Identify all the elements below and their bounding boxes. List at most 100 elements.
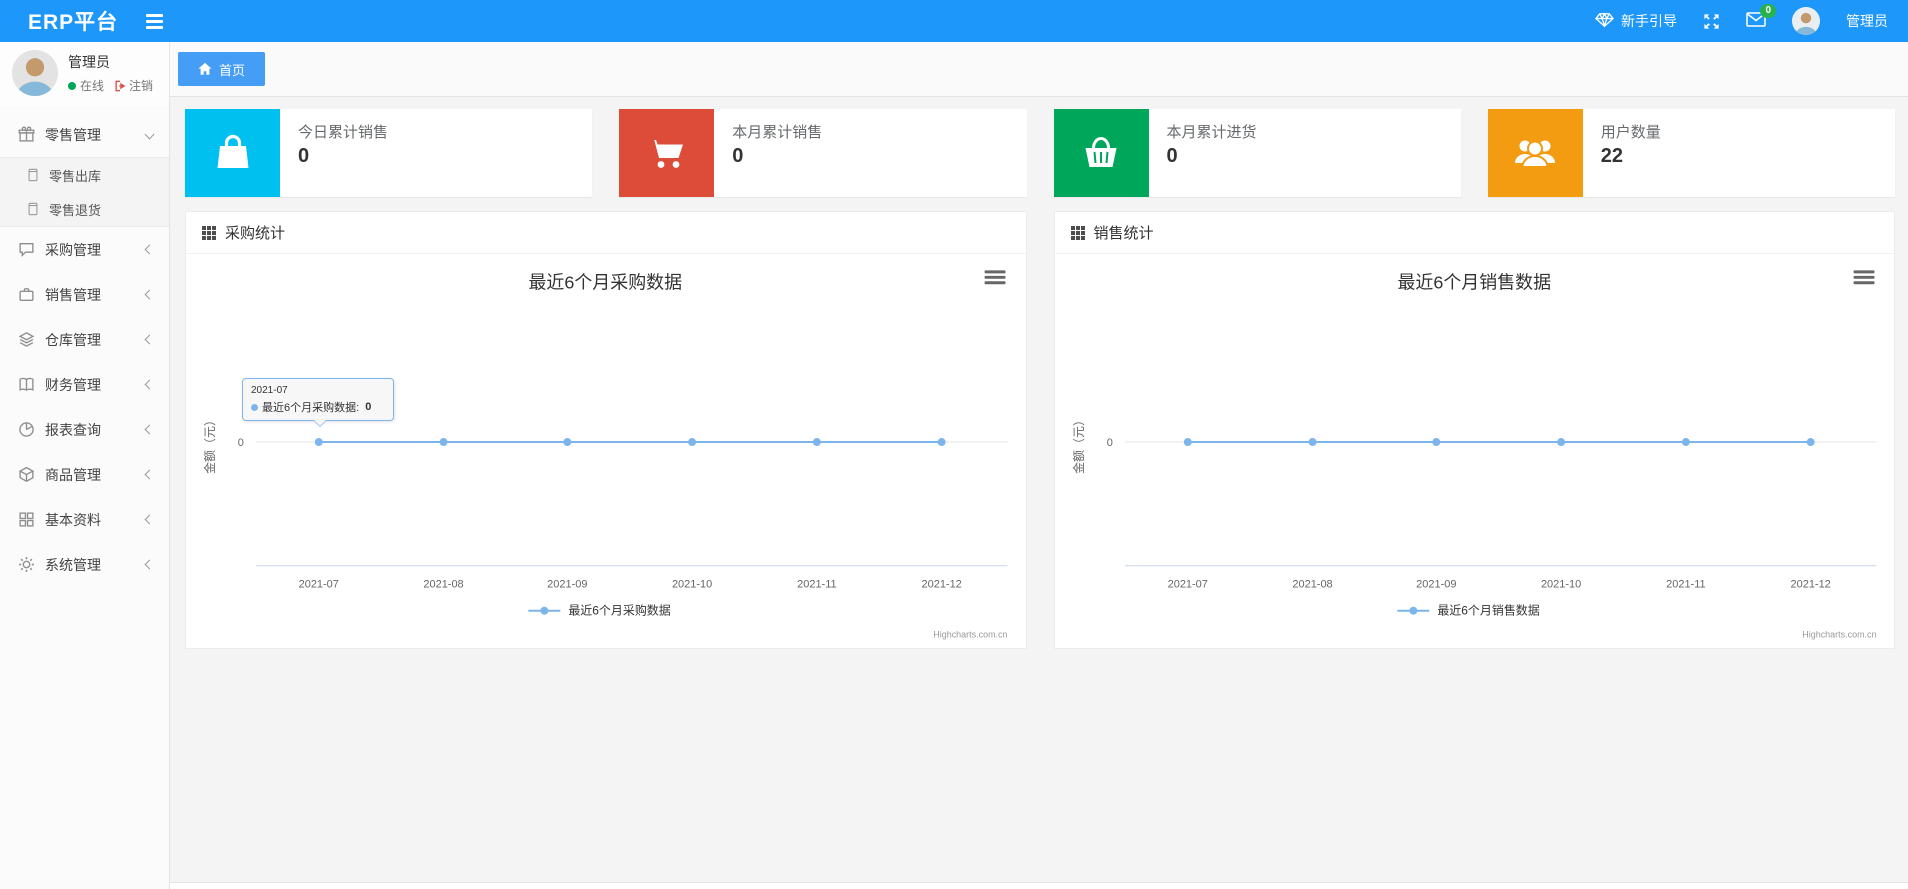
navbar-username[interactable]: 管理员	[1846, 11, 1888, 31]
fullscreen-button[interactable]	[1703, 13, 1720, 30]
data-point[interactable]	[1556, 438, 1565, 447]
y-tick-label: 0	[238, 437, 244, 449]
chevron-left-icon	[144, 514, 155, 525]
stat-card-month-purchase[interactable]: 本月累计进货 0	[1053, 109, 1461, 197]
x-tick-label: 2021-07	[1167, 579, 1207, 591]
sidebar-item-label: 采购管理	[45, 241, 101, 258]
sidebar-username: 管理员	[68, 54, 110, 70]
sidebar-item-warehouse[interactable]: 仓库管理	[0, 317, 169, 362]
chevron-left-icon	[144, 244, 155, 255]
sidebar-item-label: 商品管理	[45, 466, 101, 483]
data-point[interactable]	[1681, 438, 1690, 447]
panel-purchase-stats: 采购统计 最近6个月采购数据 金额（元） 0 2021-07 2021-08 2…	[185, 211, 1027, 649]
sidebar-item-finance[interactable]: 财务管理	[0, 362, 169, 407]
stat-card-month-sales[interactable]: 本月累计销售 0	[619, 109, 1027, 197]
highcharts-credit[interactable]: Highcharts.com.cn	[933, 630, 1007, 640]
guide-label: 新手引导	[1621, 13, 1677, 29]
card-value: 0	[1166, 145, 1178, 167]
data-point[interactable]	[1431, 438, 1440, 447]
data-point[interactable]	[563, 438, 572, 447]
logout-button[interactable]: 注销	[114, 77, 153, 94]
sign-out-icon	[115, 80, 126, 91]
data-point[interactable]	[812, 438, 821, 447]
x-tick-label: 2021-07	[299, 579, 339, 591]
chart-legend[interactable]: 最近6个月采购数据	[528, 603, 671, 618]
legend-label: 最近6个月销售数据	[1437, 603, 1539, 618]
online-status-label: 在线	[80, 79, 105, 93]
data-point[interactable]	[688, 438, 697, 447]
app-brand: ERP平台	[28, 11, 119, 34]
card-label: 今日累计销售	[298, 124, 389, 141]
data-point[interactable]	[1806, 438, 1815, 447]
sidebar-item-label: 基本资料	[45, 511, 101, 528]
sidebar-item-label: 财务管理	[45, 376, 101, 393]
stat-card-today-sales[interactable]: 今日累计销售 0	[185, 109, 593, 197]
stat-card-user-count[interactable]: 用户数量 22	[1487, 109, 1895, 197]
messages-button[interactable]: 0	[1746, 4, 1776, 30]
data-point[interactable]	[439, 438, 448, 447]
x-tick-labels: 2021-07 2021-08 2021-09 2021-10 2021-11 …	[299, 579, 962, 591]
navbar-avatar[interactable]	[1792, 7, 1820, 35]
fullscreen-icon	[1704, 13, 1719, 29]
sidebar-item-retail-outbound[interactable]: 零售出库	[0, 158, 169, 192]
sidebar-item-label: 系统管理	[45, 556, 101, 573]
shopping-bag-icon	[217, 134, 248, 168]
x-tick-label: 2021-09	[547, 579, 587, 591]
highcharts-credit[interactable]: Highcharts.com.cn	[1802, 630, 1876, 640]
tab-home[interactable]: 首页	[178, 52, 266, 86]
document-icon	[28, 202, 38, 216]
chevron-down-icon	[144, 129, 155, 140]
tab-strip: 首页	[170, 42, 1908, 97]
box-icon	[18, 466, 35, 482]
shopping-cart-icon	[649, 140, 683, 168]
chart-export-menu-icon[interactable]	[1853, 270, 1875, 285]
data-point[interactable]	[937, 438, 946, 447]
data-point[interactable]	[1308, 438, 1317, 447]
dashboard-content: 今日累计销售 0 本月累计销售 0 本月累计进货 0 用户数量 22 采购统计 …	[170, 97, 1908, 882]
tooltip-series-label: 最近6个月采购数据:	[262, 402, 360, 414]
chevron-left-icon	[144, 379, 155, 390]
sidebar-item-reports[interactable]: 报表查询	[0, 407, 169, 452]
chevron-left-icon	[144, 289, 155, 300]
chart-export-menu-icon[interactable]	[984, 270, 1006, 285]
sidebar-menu: 零售管理 零售出库 零售退货 采购管理 销售管理 仓库管理 财务管理 报表查询 …	[0, 106, 169, 587]
sidebar-user-panel: 管理员 在线 注销	[0, 42, 169, 106]
data-point[interactable]	[314, 438, 323, 447]
chart-legend[interactable]: 最近6个月销售数据	[1396, 603, 1539, 618]
gear-icon	[19, 557, 34, 572]
sidebar-item-basic-data[interactable]: 基本资料	[0, 497, 169, 542]
tooltip-category: 2021-07	[251, 385, 288, 396]
sidebar-item-label: 零售出库	[49, 168, 102, 184]
sidebar: 管理员 在线 注销 零售管理 零售出库 零售退货 采购管理 销售管理 仓库管理 …	[0, 42, 170, 889]
sidebar-item-system[interactable]: 系统管理	[0, 542, 169, 587]
card-label: 用户数量	[1600, 124, 1661, 141]
online-status-icon	[68, 81, 76, 90]
pie-chart-icon	[19, 422, 34, 437]
panel-grid-icon	[1070, 225, 1085, 240]
sidebar-item-label: 零售退货	[49, 202, 102, 218]
chevron-left-icon	[144, 559, 155, 570]
sidebar-item-label: 报表查询	[45, 421, 101, 438]
sidebar-item-purchase[interactable]: 采购管理	[0, 227, 169, 272]
chart-title: 最近6个月销售数据	[1397, 272, 1551, 292]
x-tick-label: 2021-08	[423, 579, 463, 591]
card-value: 0	[732, 145, 744, 167]
shopping-basket-icon	[1085, 137, 1117, 167]
sidebar-item-retail[interactable]: 零售管理	[0, 112, 169, 157]
sidebar-toggle-icon[interactable]	[140, 8, 169, 35]
sidebar-item-products[interactable]: 商品管理	[0, 452, 169, 497]
sidebar-item-retail-return[interactable]: 零售退货	[0, 192, 169, 226]
chart-tooltip: 2021-07 最近6个月采购数据: 0	[242, 378, 394, 427]
sidebar-item-sales[interactable]: 销售管理	[0, 272, 169, 317]
user-avatar[interactable]	[12, 50, 58, 96]
card-value: 22	[1600, 145, 1623, 167]
data-point[interactable]	[1183, 438, 1192, 447]
legend-label: 最近6个月采购数据	[568, 603, 670, 618]
panel-title: 采购统计	[225, 225, 286, 242]
panel-sales-stats: 销售统计 最近6个月销售数据 金额（元） 0 2021-07 2021-08 2…	[1053, 211, 1895, 649]
grid-icon	[19, 512, 34, 527]
gem-icon	[1595, 11, 1614, 31]
card-label: 本月累计销售	[732, 124, 823, 141]
guide-button[interactable]: 新手引导	[1595, 11, 1677, 31]
panel-grid-icon	[202, 225, 216, 240]
